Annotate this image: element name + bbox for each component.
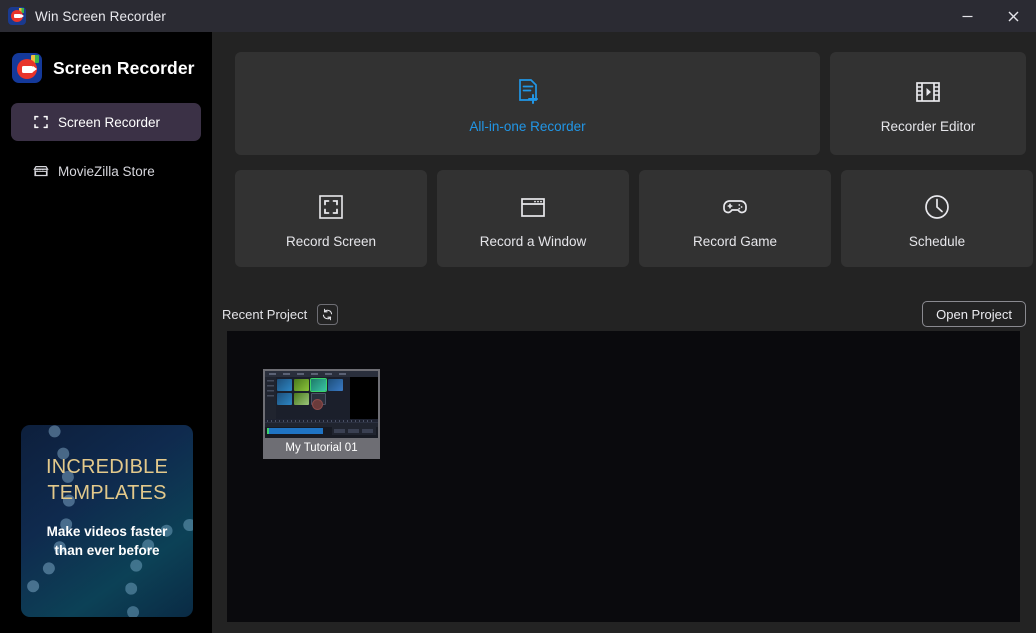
card-label: Record Screen — [286, 234, 376, 249]
project-thumbnail — [265, 371, 378, 438]
film-strip-play-icon — [912, 73, 944, 111]
sidebar-item-label: MovieZilla Store — [58, 164, 155, 179]
recent-project-title: Recent Project — [222, 307, 307, 322]
brand: Screen Recorder — [12, 53, 212, 83]
minimize-button[interactable] — [944, 0, 990, 32]
title-bar: Win Screen Recorder — [0, 0, 1036, 32]
secondary-cards-row: Record Screen Record a Window — [235, 170, 1033, 267]
refresh-icon — [321, 308, 334, 321]
close-button[interactable] — [990, 0, 1036, 32]
schedule-button[interactable]: Schedule — [841, 170, 1033, 267]
promo-headline-line1: INCREDIBLE — [21, 454, 193, 480]
thumb-clip — [267, 428, 323, 434]
sidebar-nav: Screen Recorder MovieZilla Store — [0, 103, 212, 190]
gamepad-icon — [719, 188, 751, 226]
thumb-media-grid — [277, 379, 349, 417]
main-content: All-in-one Recorder Recorder Editor — [212, 32, 1036, 633]
thumb-props-panel — [332, 424, 376, 435]
window-controls — [944, 0, 1036, 32]
refresh-button[interactable] — [317, 304, 338, 325]
record-game-button[interactable]: Record Game — [639, 170, 831, 267]
card-label: All-in-one Recorder — [469, 119, 585, 134]
close-icon — [1007, 10, 1020, 23]
project-name: My Tutorial 01 — [265, 438, 378, 459]
promo-banner[interactable]: INCREDIBLE TEMPLATES Make videos faster … — [21, 425, 193, 617]
thumb-record-badge — [312, 399, 323, 410]
recorder-editor-button[interactable]: Recorder Editor — [830, 52, 1026, 155]
sidebar-item-label: Screen Recorder — [58, 115, 160, 130]
all-in-one-recorder-button[interactable]: All-in-one Recorder — [235, 52, 820, 155]
thumb-sidebar — [265, 377, 276, 419]
crop-frame-icon — [32, 114, 49, 131]
promo-headline-line2: TEMPLATES — [21, 480, 193, 506]
thumb-preview — [350, 377, 378, 419]
record-screen-button[interactable]: Record Screen — [235, 170, 427, 267]
minimize-icon — [961, 10, 974, 23]
card-label: Record Game — [693, 234, 777, 249]
open-project-button[interactable]: Open Project — [922, 301, 1026, 327]
store-icon — [32, 163, 49, 180]
card-label: Record a Window — [480, 234, 587, 249]
sidebar-item-screen-recorder[interactable]: Screen Recorder — [11, 103, 201, 141]
primary-cards-row: All-in-one Recorder Recorder Editor — [235, 52, 1026, 155]
thumb-timeline — [265, 419, 378, 438]
sidebar-item-moviezilla-store[interactable]: MovieZilla Store — [11, 152, 201, 190]
app-icon-record-dot — [11, 10, 23, 22]
screen-recorder-logo-icon — [12, 53, 42, 83]
brand-name: Screen Recorder — [53, 58, 195, 79]
new-document-plus-icon — [511, 73, 545, 111]
screen-recorder-app-icon — [8, 7, 26, 25]
project-item[interactable]: My Tutorial 01 — [263, 369, 380, 459]
sidebar: Screen Recorder Screen Recorder — [0, 32, 212, 633]
card-label: Recorder Editor — [881, 119, 976, 134]
clock-icon — [921, 188, 953, 226]
logo-record-dot — [17, 59, 37, 79]
record-a-window-button[interactable]: Record a Window — [437, 170, 629, 267]
logo-camera-glyph — [22, 66, 33, 73]
window-title: Win Screen Recorder — [35, 9, 166, 24]
promo-subline-line2: than ever before — [21, 541, 193, 560]
card-label: Schedule — [909, 234, 965, 249]
recent-projects-panel: My Tutorial 01 — [227, 331, 1020, 622]
crop-frame-square-icon — [316, 188, 346, 226]
app-icon-camera-glyph — [14, 14, 21, 18]
app-window: Win Screen Recorder — [0, 0, 1036, 633]
recent-project-bar: Recent Project Open Project — [222, 298, 1026, 330]
promo-body: INCREDIBLE TEMPLATES Make videos faster … — [21, 425, 193, 560]
promo-subline-line1: Make videos faster — [21, 522, 193, 541]
window-icon — [518, 188, 548, 226]
